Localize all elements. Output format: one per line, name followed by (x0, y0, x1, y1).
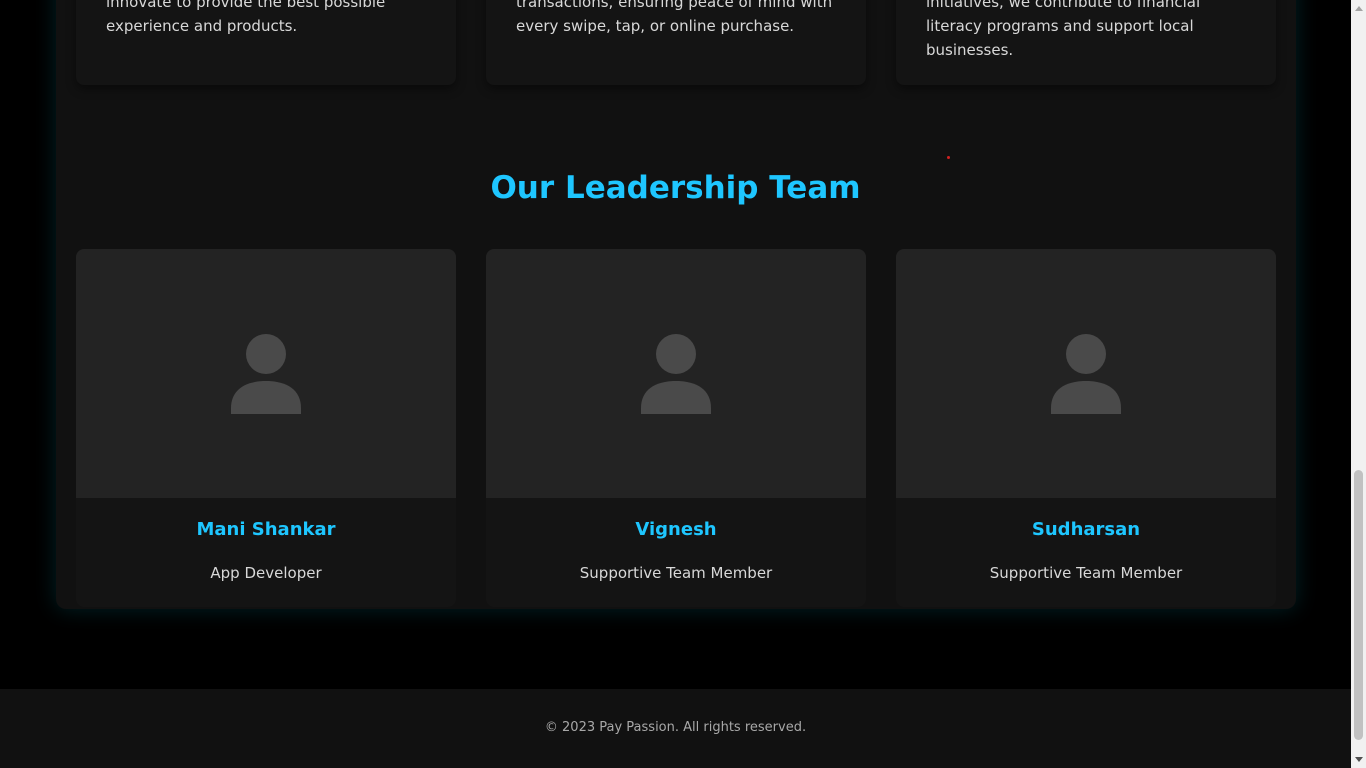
team-member-photo (486, 249, 866, 498)
team-member-card: Vignesh Supportive Team Member (486, 249, 866, 607)
team-member-name: Sudharsan (1031, 519, 1141, 540)
team-member-role: App Developer (210, 564, 322, 582)
copyright-text: © 2023 Pay Passion. All rights reserved. (544, 720, 807, 735)
section-title: Our Leadership Team (490, 170, 861, 206)
team-member-card: Mani Shankar App Developer (76, 249, 456, 607)
team-member-photo (896, 249, 1276, 498)
team-member-role: Supportive Team Member (989, 564, 1183, 582)
person-placeholder-icon (231, 334, 301, 414)
team-member-name: Mani Shankar (196, 519, 336, 540)
team-member-photo (76, 249, 456, 498)
value-card-text: innovate to provide the best possible ex… (106, 0, 386, 35)
team-member-role: Supportive Team Member (579, 564, 773, 582)
value-card: initiatives, we contribute to financial … (896, 0, 1276, 85)
vertical-scrollbar[interactable] (1351, 0, 1366, 768)
value-card-text: initiatives, we contribute to financial … (926, 0, 1201, 59)
scroll-up-button[interactable] (1351, 0, 1366, 17)
footer: © 2023 Pay Passion. All rights reserved. (0, 689, 1351, 768)
caret-up-icon (1354, 6, 1363, 11)
person-placeholder-icon (641, 334, 711, 414)
scroll-thumb[interactable] (1354, 470, 1363, 740)
page: innovate to provide the best possible ex… (0, 0, 1351, 768)
value-card: transactions, ensuring peace of mind wit… (486, 0, 866, 85)
team-member-name: Vignesh (635, 519, 717, 540)
cursor-dot (947, 156, 950, 159)
value-card: innovate to provide the best possible ex… (76, 0, 456, 85)
caret-down-icon (1354, 757, 1363, 762)
scroll-down-button[interactable] (1351, 751, 1366, 768)
value-card-text: transactions, ensuring peace of mind wit… (516, 0, 833, 35)
person-placeholder-icon (1051, 334, 1121, 414)
team-member-card: Sudharsan Supportive Team Member (896, 249, 1276, 607)
